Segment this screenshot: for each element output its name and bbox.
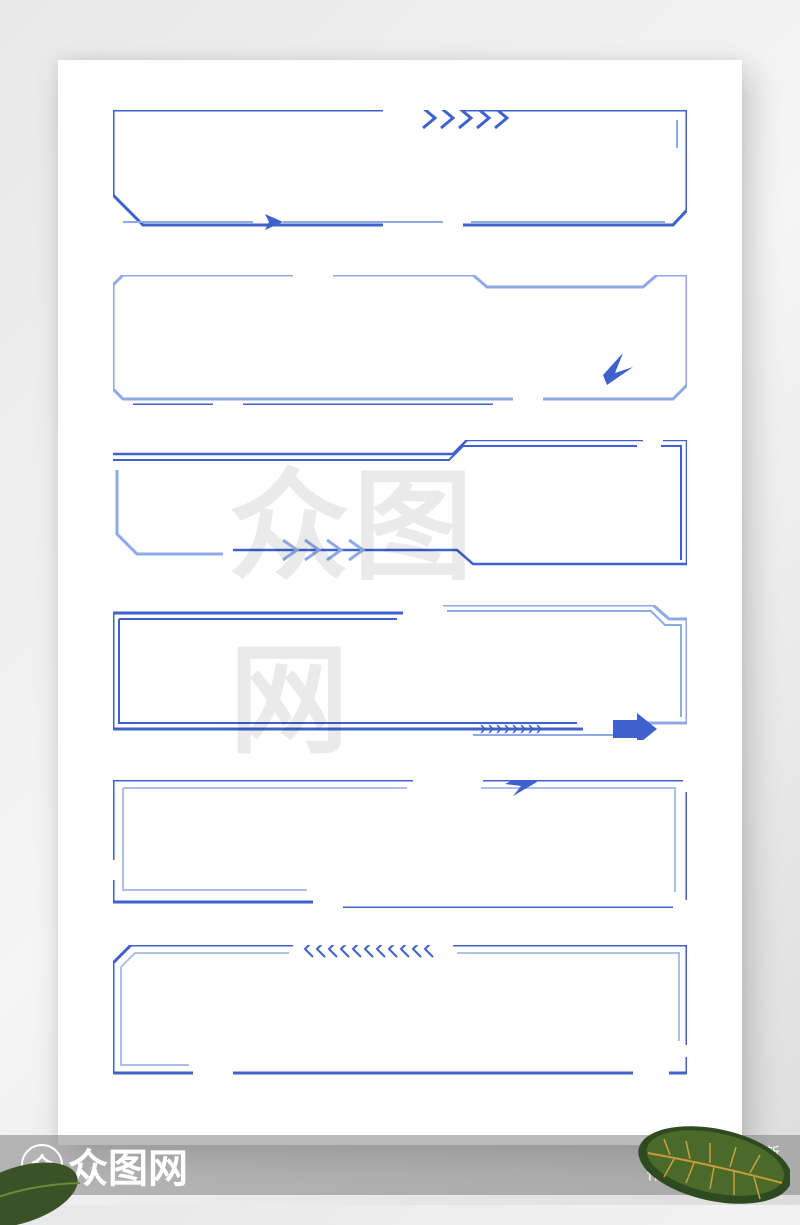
design-canvas: 众图网 (58, 60, 742, 1145)
tech-frame-4 (113, 605, 687, 740)
tech-frame-6 (113, 945, 687, 1080)
tech-frame-3 (113, 440, 687, 570)
tech-frame-1 (113, 110, 687, 240)
leaf-right-icon (620, 1105, 790, 1215)
tech-frame-5 (113, 780, 687, 908)
leaf-left-icon (0, 1135, 110, 1225)
tech-frame-2 (113, 275, 687, 405)
